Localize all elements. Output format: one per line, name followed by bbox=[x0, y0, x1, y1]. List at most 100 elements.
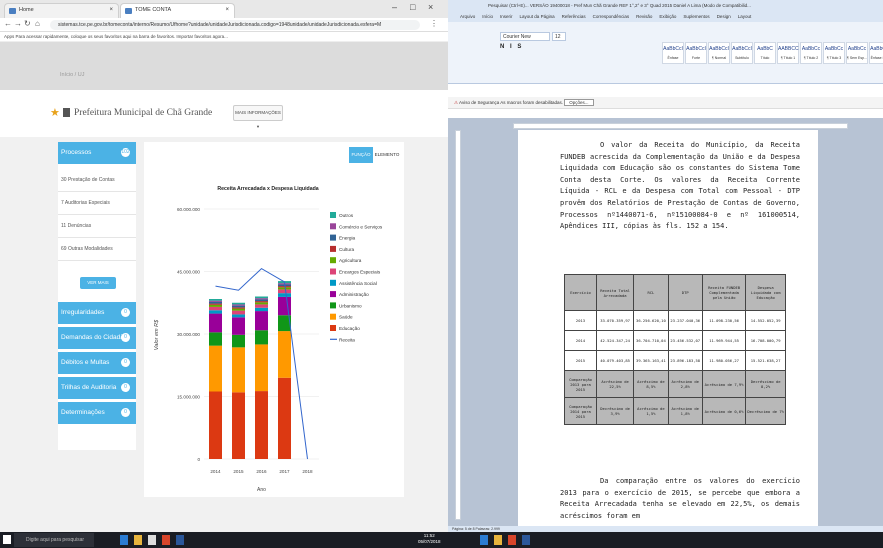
security-options-button[interactable]: Opções... bbox=[564, 99, 594, 106]
table-cell: Comparação 2013 para 2015 bbox=[564, 370, 597, 398]
ribbon-tab[interactable]: Layout da Página bbox=[520, 14, 555, 19]
sidebar-item-trilhas[interactable]: Trilhas de Auditoria 0 bbox=[58, 377, 136, 399]
ribbon-tab[interactable]: Design bbox=[717, 14, 731, 19]
sidebar-item-irregularidades[interactable]: Irregularidades 0 bbox=[58, 302, 136, 324]
see-more-button[interactable]: VER MAIS bbox=[80, 277, 116, 289]
folder-icon[interactable] bbox=[134, 535, 142, 545]
word-icon[interactable] bbox=[176, 535, 184, 545]
legend-swatch bbox=[330, 234, 336, 241]
bar-segment bbox=[255, 307, 268, 312]
sidebar-item-debitos[interactable]: Débitos e Multas 0 bbox=[58, 352, 136, 374]
paragraph[interactable]: Da comparação entre os valores do exercí… bbox=[560, 476, 800, 526]
legend-swatch bbox=[330, 291, 336, 298]
style-name: ¶ Título 2 bbox=[803, 56, 819, 60]
home-icon[interactable]: ⌂ bbox=[35, 19, 40, 28]
tab-funcao[interactable]: FUNÇÃO bbox=[349, 147, 373, 163]
edge-icon[interactable] bbox=[120, 535, 128, 545]
sidebar-subitem[interactable]: 11 Denúncias bbox=[58, 215, 136, 238]
y-tick-label: 0 bbox=[197, 457, 200, 462]
style-gallery-item[interactable]: AaBbCcI Ênfase Sutil bbox=[869, 42, 883, 64]
bar-segment bbox=[278, 296, 291, 316]
ribbon-tab[interactable]: Exibição bbox=[659, 14, 676, 19]
close-window-button[interactable]: × bbox=[428, 2, 433, 12]
table-row: 2013 33.070.359,97 36.256.620,10 23.237.040… bbox=[564, 310, 786, 331]
table-cell: Decréscimo de 3,9% bbox=[595, 397, 635, 425]
sidebar-item-demandas[interactable]: Demandas do Cidadão 0 bbox=[58, 327, 136, 349]
comparison-table[interactable]: Exercício Receita Total Arrecadada RCL DTP R… bbox=[564, 274, 786, 425]
paragraph[interactable]: O valor da Receita do Município, da Rece… bbox=[560, 140, 800, 233]
breadcrumb: Início / UJ bbox=[60, 72, 85, 78]
menu-icon[interactable]: ⋮ bbox=[430, 19, 438, 28]
tab-home[interactable]: Home × bbox=[4, 3, 119, 18]
sidebar-item-determinacoes[interactable]: Determinações 0 bbox=[58, 402, 136, 424]
horizontal-ruler[interactable] bbox=[513, 123, 848, 129]
ribbon-tab[interactable]: Referências bbox=[562, 14, 586, 19]
style-gallery-item[interactable]: AaBbCc ¶ Sem Esp... bbox=[846, 42, 868, 64]
ribbon-tab[interactable]: Correspondências bbox=[593, 14, 630, 19]
vertical-ruler[interactable] bbox=[455, 130, 461, 520]
bar-segment bbox=[209, 332, 222, 346]
chrome-icon[interactable] bbox=[508, 535, 516, 545]
bar-segment bbox=[255, 296, 268, 299]
style-gallery-item[interactable]: AaBbCc ¶ Título 2 bbox=[800, 42, 822, 64]
style-gallery-item[interactable]: AaBbCc ¶ Título 3 bbox=[823, 42, 845, 64]
bar-segment bbox=[278, 289, 291, 294]
table-cell: 36.256.620,10 bbox=[633, 310, 669, 331]
style-preview: AABBCC bbox=[778, 46, 799, 52]
close-icon[interactable]: × bbox=[225, 4, 229, 17]
legend-swatch bbox=[330, 279, 336, 286]
style-gallery-item[interactable]: AaBbCcI Forte bbox=[685, 42, 707, 64]
style-name: Ênfase bbox=[667, 56, 679, 60]
sidebar-subitem[interactable]: 7 Auditorias Especiais bbox=[58, 192, 136, 215]
style-gallery-item[interactable]: AaBbCcI Ênfase bbox=[662, 42, 684, 64]
ribbon-tab[interactable]: Revisão bbox=[636, 14, 652, 19]
tab-tome-conta[interactable]: TOME CONTA × bbox=[120, 3, 235, 18]
bar-segment bbox=[278, 286, 291, 288]
clock[interactable]: 11:52 05/07/2018 bbox=[418, 533, 441, 545]
star-icon[interactable]: ★ bbox=[50, 106, 60, 119]
ribbon-tab[interactable]: Inserir bbox=[500, 14, 513, 19]
url-input[interactable]: sistemas.tce.pe.gov.br/tomeconta/interno… bbox=[50, 20, 420, 30]
bar-segment bbox=[232, 334, 245, 348]
forward-icon[interactable]: → bbox=[14, 19, 22, 28]
style-gallery-item[interactable]: AaBbC Título bbox=[754, 42, 776, 64]
sidebar-item-processos[interactable]: Processos 102 bbox=[58, 142, 136, 164]
more-info-button[interactable]: MAIS INFORMAÇÕES ▾ bbox=[233, 105, 283, 129]
style-name: ¶ Sem Esp... bbox=[847, 56, 867, 60]
chrome-icon[interactable] bbox=[162, 535, 170, 545]
edge-icon[interactable] bbox=[480, 535, 488, 545]
bar-segment bbox=[209, 303, 222, 305]
reload-icon[interactable]: ↻ bbox=[24, 19, 31, 28]
store-icon[interactable] bbox=[148, 535, 156, 545]
table-cell: 23.896.183,58 bbox=[667, 350, 703, 371]
close-icon[interactable]: × bbox=[109, 4, 113, 17]
table-cell: 23.456.532,07 bbox=[667, 330, 703, 351]
font-size-input[interactable]: 12 bbox=[552, 32, 566, 41]
style-gallery-item[interactable]: AABBCC ¶ Título 1 bbox=[777, 42, 799, 64]
style-gallery-item[interactable]: AaBbCcI Subtítulo bbox=[731, 42, 753, 64]
taskbar-search-input[interactable]: Digite aqui para pesquisar bbox=[14, 533, 94, 547]
minimize-button[interactable]: – bbox=[392, 2, 397, 12]
windows-start-icon[interactable] bbox=[3, 535, 11, 544]
ribbon-tab[interactable]: Suplementos bbox=[683, 14, 709, 19]
ribbon-tab[interactable]: Layout bbox=[738, 14, 752, 19]
table-cell: Acréscimo de 1,5% bbox=[633, 397, 669, 425]
back-icon[interactable]: ← bbox=[4, 19, 12, 28]
bar-segment bbox=[278, 331, 291, 378]
table-cell: 33.070.359,97 bbox=[595, 310, 635, 331]
style-preview: AaBbCc bbox=[801, 46, 821, 52]
legend-swatch bbox=[330, 325, 336, 331]
table-cell: 40.079.403,85 bbox=[595, 350, 635, 371]
ribbon-tab[interactable]: Início bbox=[482, 14, 493, 19]
bar-segment bbox=[209, 304, 222, 307]
maximize-button[interactable]: □ bbox=[410, 2, 415, 12]
font-name-input[interactable]: Courier New bbox=[500, 32, 550, 41]
style-gallery-item[interactable]: AaBbCcI ¶ Normal bbox=[708, 42, 730, 64]
folder-icon[interactable] bbox=[494, 535, 502, 545]
word-icon[interactable] bbox=[522, 535, 530, 545]
sidebar-subitem[interactable]: 30 Prestação de Contas bbox=[58, 169, 136, 192]
sidebar-subitem[interactable]: 69 Outras Modalidades bbox=[58, 238, 136, 261]
format-buttons[interactable]: N I S bbox=[500, 44, 523, 50]
tab-elemento[interactable]: ELEMENTO bbox=[374, 147, 400, 163]
ribbon-tab[interactable]: Arquivo bbox=[460, 14, 475, 19]
